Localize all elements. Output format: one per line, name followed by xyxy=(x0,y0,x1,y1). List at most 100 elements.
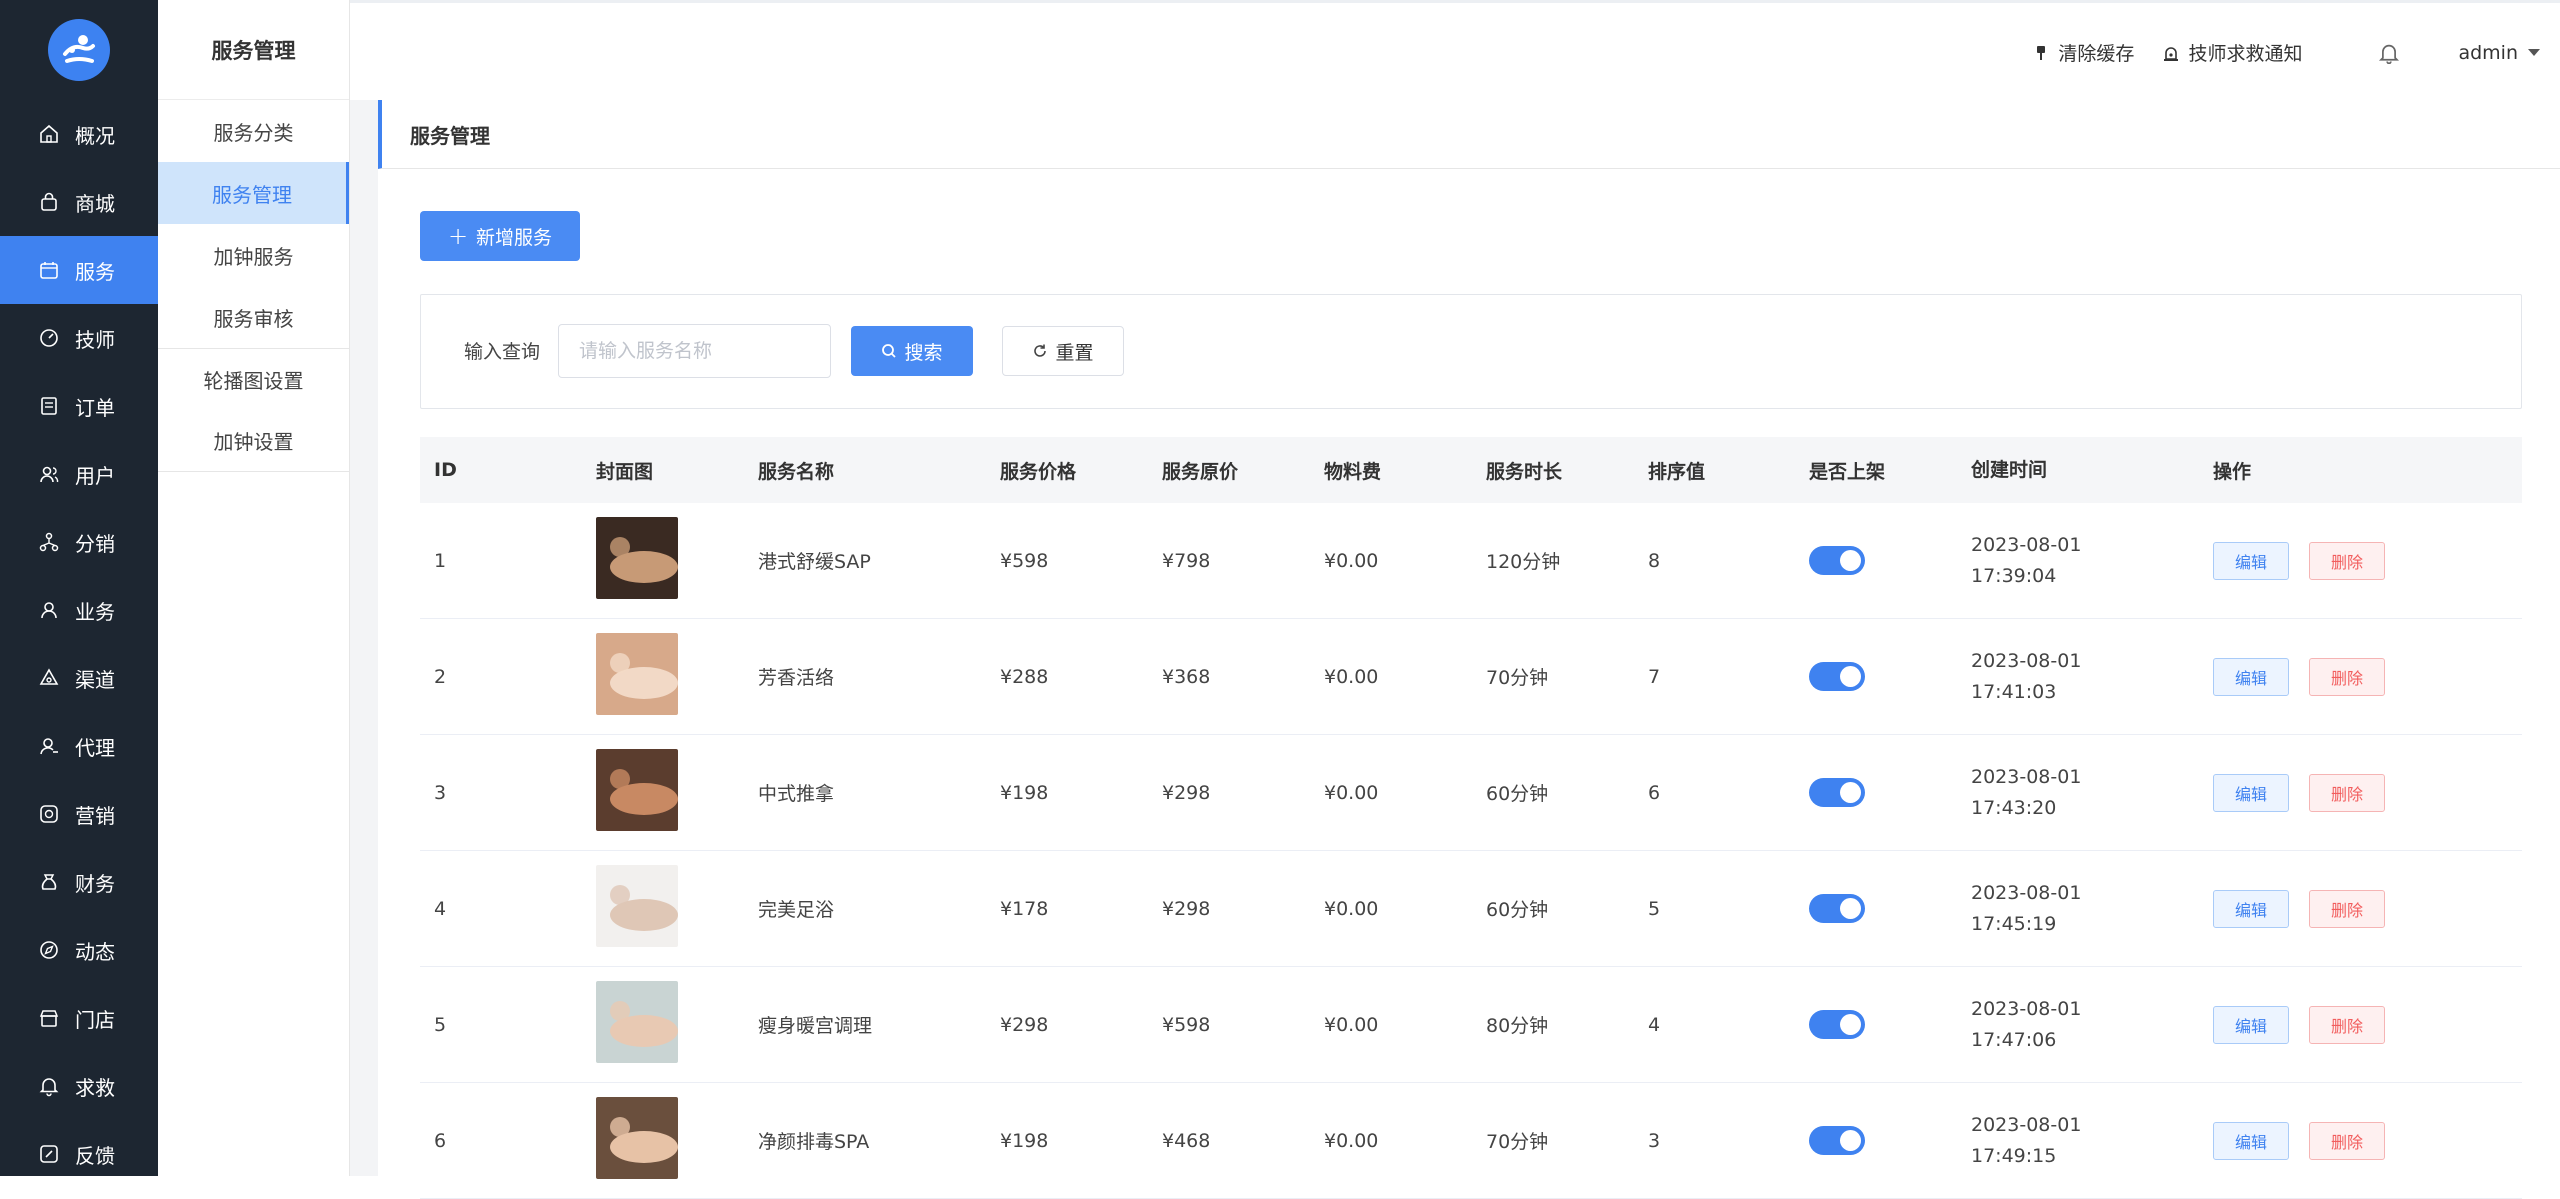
sidebar-item-label: 业务 xyxy=(75,599,115,624)
shopping-bag-icon xyxy=(41,192,57,211)
sidebar-item-label: 技师 xyxy=(75,327,115,352)
sidebar-item-4[interactable]: 订单 xyxy=(0,372,158,440)
notification-bell-button[interactable] xyxy=(2378,42,2400,64)
delete-button[interactable]: 删除 xyxy=(2309,1121,2385,1160)
submenu-item-5[interactable]: 加钟设置 xyxy=(158,410,349,472)
created-clock: 17:39:04 xyxy=(1971,564,2057,587)
table-row: 5 瘦身暖宫调理 ¥298 ¥598 ¥0.00 80分钟 4 2023-08-01 17:47… xyxy=(420,967,2522,1083)
submenu-item-1[interactable]: 服务管理 xyxy=(158,162,349,224)
cell-duration: 60分钟 xyxy=(1486,783,1549,805)
sidebar-item-5[interactable]: 用户 xyxy=(0,440,158,508)
cell-cover xyxy=(582,981,744,1068)
add-service-label: 新增服务 xyxy=(476,226,553,249)
search-button[interactable]: 搜索 xyxy=(851,326,973,376)
submenu-item-4[interactable]: 轮播图设置 xyxy=(158,348,349,410)
column-header: 创建时间 xyxy=(1971,458,2048,481)
sidebar-item-label: 商城 xyxy=(75,191,115,216)
cell-service-name: 净颜排毒SPA xyxy=(758,1131,870,1153)
delete-button[interactable]: 删除 xyxy=(2309,1005,2385,1044)
sidebar-item-3[interactable]: 技师 xyxy=(0,304,158,372)
on-shelf-toggle[interactable] xyxy=(1809,894,1865,923)
cell-created-time: 2023-08-01 17:45:19 xyxy=(1957,878,2199,940)
submenu-item-0[interactable]: 服务分类 xyxy=(158,100,349,162)
sidebar-item-12[interactable]: 动态 xyxy=(0,916,158,984)
search-panel: 输入查询 搜索 重置 xyxy=(420,294,2522,409)
column-header: 排序值 xyxy=(1648,460,1706,483)
delete-button[interactable]: 删除 xyxy=(2309,657,2385,696)
on-shelf-toggle[interactable] xyxy=(1809,1010,1865,1039)
service-cover-image xyxy=(596,865,678,947)
dashboard-icon xyxy=(40,329,58,347)
delete-button[interactable]: 删除 xyxy=(2309,773,2385,812)
table-row: 6 净颜排毒SPA ¥198 ¥468 ¥0.00 70分钟 3 2023-08-01 17:4… xyxy=(420,1083,2522,1199)
cell-sort-value: 6 xyxy=(1648,781,1661,804)
service-cover-image xyxy=(596,517,678,599)
search-icon xyxy=(882,344,897,358)
edit-button[interactable]: 编辑 xyxy=(2213,541,2289,580)
sidebar-item-10[interactable]: 营销 xyxy=(0,780,158,848)
created-date: 2023-08-01 xyxy=(1971,649,2082,672)
cell-operations: 编辑 删除 xyxy=(2199,541,2522,580)
sidebar-item-label: 服务 xyxy=(75,259,115,284)
cell-duration: 80分钟 xyxy=(1486,1015,1549,1037)
edit-button[interactable]: 编辑 xyxy=(2213,657,2289,696)
content-panel: + 新增服务 输入查询 搜索 重置 ID 封面图 服务名称 服务价格 服务原价 物料费 服务… xyxy=(378,169,2560,1199)
reset-button[interactable]: 重置 xyxy=(1002,326,1124,376)
cell-cover xyxy=(582,633,744,720)
edit-button[interactable]: 编辑 xyxy=(2213,1005,2289,1044)
cell-created-time: 2023-08-01 17:41:03 xyxy=(1957,646,2199,708)
column-header: 是否上架 xyxy=(1809,460,1886,483)
on-shelf-toggle[interactable] xyxy=(1809,1126,1865,1155)
column-header: 物料费 xyxy=(1324,460,1382,483)
cell-sort-value: 4 xyxy=(1648,1013,1661,1036)
sidebar-item-8[interactable]: 渠道 xyxy=(0,644,158,712)
sidebar-item-11[interactable]: 财务 xyxy=(0,848,158,916)
sidebar-item-13[interactable]: 门店 xyxy=(0,984,158,1052)
delete-button[interactable]: 删除 xyxy=(2309,889,2385,928)
admin-user-menu[interactable]: admin xyxy=(2458,42,2540,64)
table-row: 4 完美足浴 ¥178 ¥298 ¥0.00 60分钟 5 2023-08-01 17:45:1… xyxy=(420,851,2522,967)
add-service-button[interactable]: + 新增服务 xyxy=(420,211,580,261)
service-cover-image xyxy=(596,633,678,715)
sidebar-item-6[interactable]: 分销 xyxy=(0,508,158,576)
feedback-icon xyxy=(40,1145,58,1163)
compass-icon xyxy=(40,941,58,959)
submenu-item-2[interactable]: 加钟服务 xyxy=(158,224,349,286)
cell-duration: 70分钟 xyxy=(1486,1131,1549,1153)
submenu-item-3[interactable]: 服务审核 xyxy=(158,286,349,348)
cell-duration: 70分钟 xyxy=(1486,667,1549,689)
cell-price: ¥298 xyxy=(1000,1013,1049,1036)
on-shelf-toggle[interactable] xyxy=(1809,662,1865,691)
service-name-search-input[interactable] xyxy=(558,324,831,378)
sidebar-item-15[interactable]: 反馈 xyxy=(0,1120,158,1188)
cell-material-fee: ¥0.00 xyxy=(1324,1129,1379,1152)
clear-cache-button[interactable]: 清除缓存 xyxy=(2032,39,2134,66)
sidebar-item-14[interactable]: 求救 xyxy=(0,1052,158,1120)
cell-material-fee: ¥0.00 xyxy=(1324,781,1379,804)
column-header: 服务时长 xyxy=(1486,460,1563,483)
created-date: 2023-08-01 xyxy=(1971,997,2082,1020)
on-shelf-toggle[interactable] xyxy=(1809,778,1865,807)
sidebar-item-label: 营销 xyxy=(75,803,115,828)
sidebar-item-2[interactable]: 服务 xyxy=(0,236,158,304)
agent-icon xyxy=(40,738,58,755)
sidebar-item-9[interactable]: 代理 xyxy=(0,712,158,780)
rescue-notice-button[interactable]: 技师求救通知 xyxy=(2162,39,2302,66)
on-shelf-toggle[interactable] xyxy=(1809,546,1865,575)
sidebar-item-7[interactable]: 业务 xyxy=(0,576,158,644)
cell-material-fee: ¥0.00 xyxy=(1324,1013,1379,1036)
edit-button[interactable]: 编辑 xyxy=(2213,773,2289,812)
cell-created-time: 2023-08-01 17:43:20 xyxy=(1957,762,2199,824)
sidebar-item-1[interactable]: 商城 xyxy=(0,168,158,236)
sidebar-item-0[interactable]: 概况 xyxy=(0,100,158,168)
calendar-icon xyxy=(40,262,58,279)
sidebar-item-label: 代理 xyxy=(75,735,115,760)
cell-original-price: ¥468 xyxy=(1162,1129,1211,1152)
delete-button[interactable]: 删除 xyxy=(2309,541,2385,580)
cell-id: 2 xyxy=(434,665,447,688)
user-icon xyxy=(41,602,57,619)
cell-material-fee: ¥0.00 xyxy=(1324,549,1379,572)
edit-button[interactable]: 编辑 xyxy=(2213,1121,2289,1160)
edit-button[interactable]: 编辑 xyxy=(2213,889,2289,928)
sidebar-item-label: 用户 xyxy=(75,463,115,488)
